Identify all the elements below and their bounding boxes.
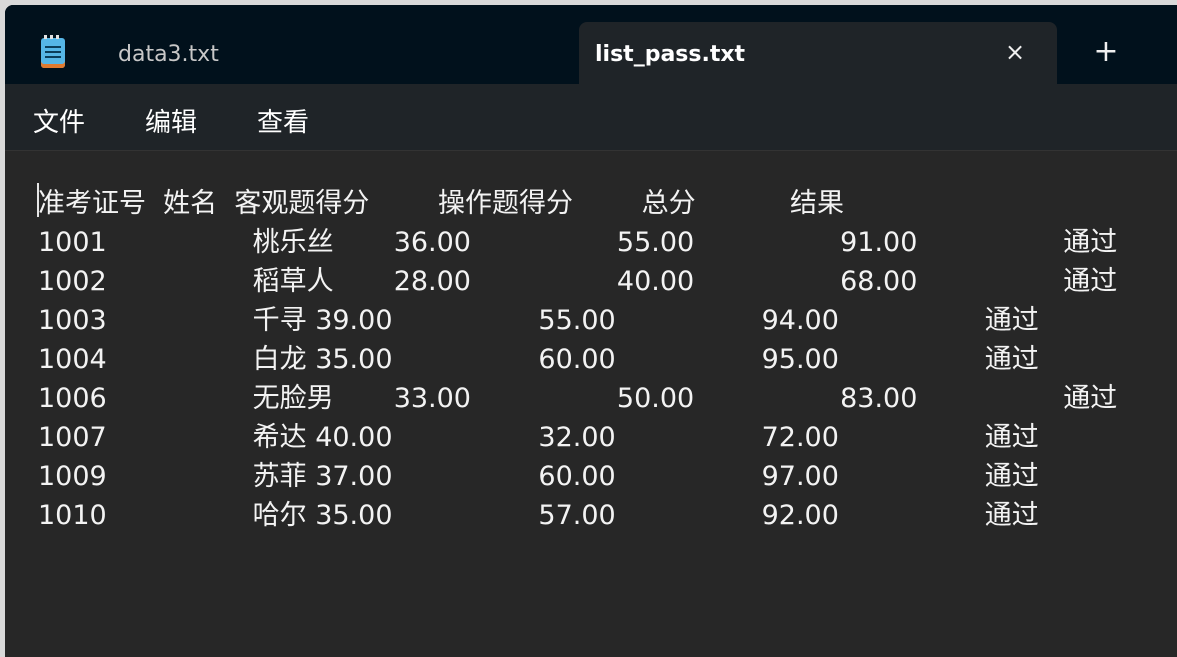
text-line: 1002 稻草人 28.00 40.00 68.00 通过 — [38, 266, 1118, 297]
text-line: 1010 哈尔 35.00 57.00 92.00 通过 — [38, 500, 1039, 531]
text-line: 1006 无脸男 33.00 50.00 83.00 通过 — [38, 383, 1118, 414]
text-line: 准考证号 姓名 客观题得分 操作题得分 总分 结果 — [38, 188, 845, 219]
text-editor[interactable]: 准考证号 姓名 客观题得分 操作题得分 总分 结果 1001 桃乐丝 36.00… — [5, 151, 1177, 657]
text-line: 1009 苏菲 37.00 60.00 97.00 通过 — [38, 461, 1039, 492]
menu-edit[interactable]: 编辑 — [145, 102, 197, 139]
tab-list-pass[interactable]: list_pass.txt × — [579, 22, 1057, 84]
menu-file[interactable]: 文件 — [33, 102, 85, 139]
text-line: 1001 桃乐丝 36.00 55.00 91.00 通过 — [38, 227, 1118, 258]
text-line: 1007 希达 40.00 32.00 72.00 通过 — [38, 422, 1039, 453]
plus-icon[interactable]: + — [1092, 37, 1120, 67]
menu-view[interactable]: 查看 — [257, 102, 309, 139]
notepad-window: data3.txt list_pass.txt × + 文件 编辑 查看 准考证… — [5, 5, 1177, 657]
tab-label: list_pass.txt — [595, 42, 746, 67]
menu-bar: 文件 编辑 查看 — [5, 84, 1177, 151]
title-bar: data3.txt list_pass.txt × + — [5, 5, 1177, 84]
text-line: 1003 千寻 39.00 55.00 94.00 通过 — [38, 305, 1039, 336]
tab-data3[interactable]: data3.txt — [90, 27, 560, 84]
close-icon[interactable]: × — [1003, 40, 1027, 64]
notepad-icon — [41, 35, 65, 68]
tab-label: data3.txt — [118, 42, 219, 67]
text-line: 1004 白龙 35.00 60.00 95.00 通过 — [38, 344, 1039, 375]
